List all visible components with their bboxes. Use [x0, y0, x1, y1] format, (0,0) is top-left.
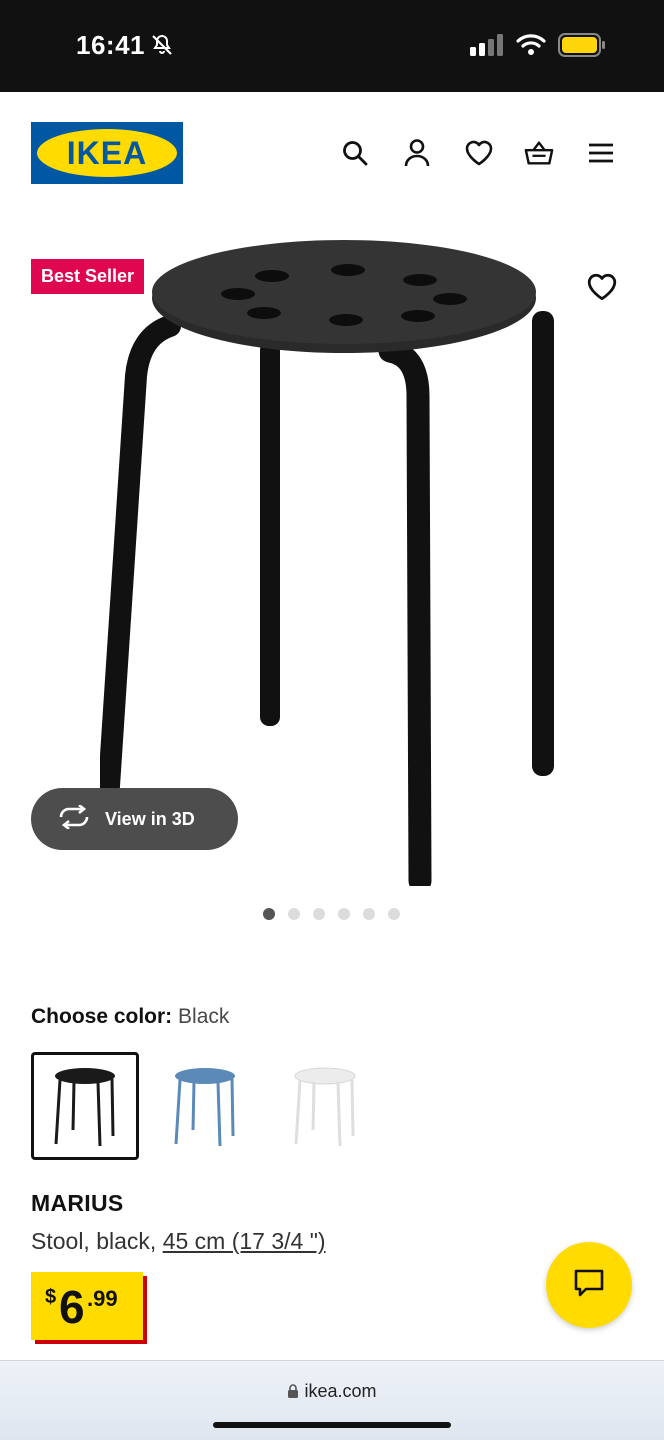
url-display[interactable]: ikea.com: [0, 1381, 664, 1402]
battery-icon: [558, 33, 606, 62]
carousel-dot[interactable]: [338, 908, 350, 920]
favorites-icon[interactable]: [464, 138, 494, 168]
carousel-dot[interactable]: [313, 908, 325, 920]
color-swatches: [31, 1052, 391, 1160]
lock-icon: [287, 1381, 299, 1401]
rotate-3d-icon: [57, 803, 91, 834]
product-name: MARIUS: [31, 1190, 124, 1216]
account-icon[interactable]: [402, 138, 432, 168]
price-tag: $ 6 .99: [31, 1272, 143, 1340]
view-in-3d-button[interactable]: View in 3D: [31, 788, 238, 850]
wifi-icon: [516, 32, 546, 61]
view-in-3d-label: View in 3D: [105, 808, 195, 829]
browser-address-bar[interactable]: ikea.com: [0, 1360, 664, 1440]
price-currency: $: [45, 1286, 57, 1308]
price-integer: 6: [59, 1281, 85, 1333]
carousel-dot[interactable]: [388, 908, 400, 920]
best-seller-badge: Best Seller: [31, 259, 145, 294]
selected-color-value: Black: [178, 1005, 230, 1028]
silent-mode-icon: [150, 33, 174, 62]
carousel-dot[interactable]: [263, 908, 275, 920]
cart-icon[interactable]: [524, 138, 554, 168]
chat-icon: [573, 1268, 605, 1303]
color-swatch-blue[interactable]: [151, 1052, 259, 1160]
menu-icon[interactable]: [586, 138, 616, 168]
search-icon[interactable]: [340, 138, 370, 168]
product-size-link[interactable]: 45 cm (17 3/4 "): [163, 1228, 326, 1254]
product-gallery[interactable]: Best Seller View in 3D: [0, 222, 664, 893]
url-text: ikea.com: [304, 1381, 377, 1401]
site-header: IKEA: [0, 92, 664, 222]
product-description: Stool, black, 45 cm (17 3/4 "): [31, 1228, 326, 1255]
carousel-dot[interactable]: [288, 908, 300, 920]
price-decimal: .99: [87, 1286, 118, 1311]
carousel-dots: [263, 908, 400, 920]
svg-text:IKEA: IKEA: [67, 135, 147, 171]
product-description-text: Stool, black,: [31, 1228, 163, 1254]
color-swatch-black[interactable]: [31, 1052, 139, 1160]
status-bar: 16:41: [0, 0, 664, 92]
signal-icon: [470, 34, 506, 61]
chat-button[interactable]: [546, 1242, 632, 1328]
home-indicator[interactable]: [213, 1422, 451, 1428]
carousel-dot[interactable]: [363, 908, 375, 920]
status-time: 16:41: [76, 30, 145, 60]
choose-color-label: Choose color: Black: [31, 1005, 229, 1029]
color-swatch-white[interactable]: [271, 1052, 379, 1160]
ikea-logo[interactable]: IKEA: [31, 122, 183, 184]
add-to-favorites-heart-icon[interactable]: [586, 272, 618, 304]
choose-color-heading: Choose color:: [31, 1005, 173, 1028]
